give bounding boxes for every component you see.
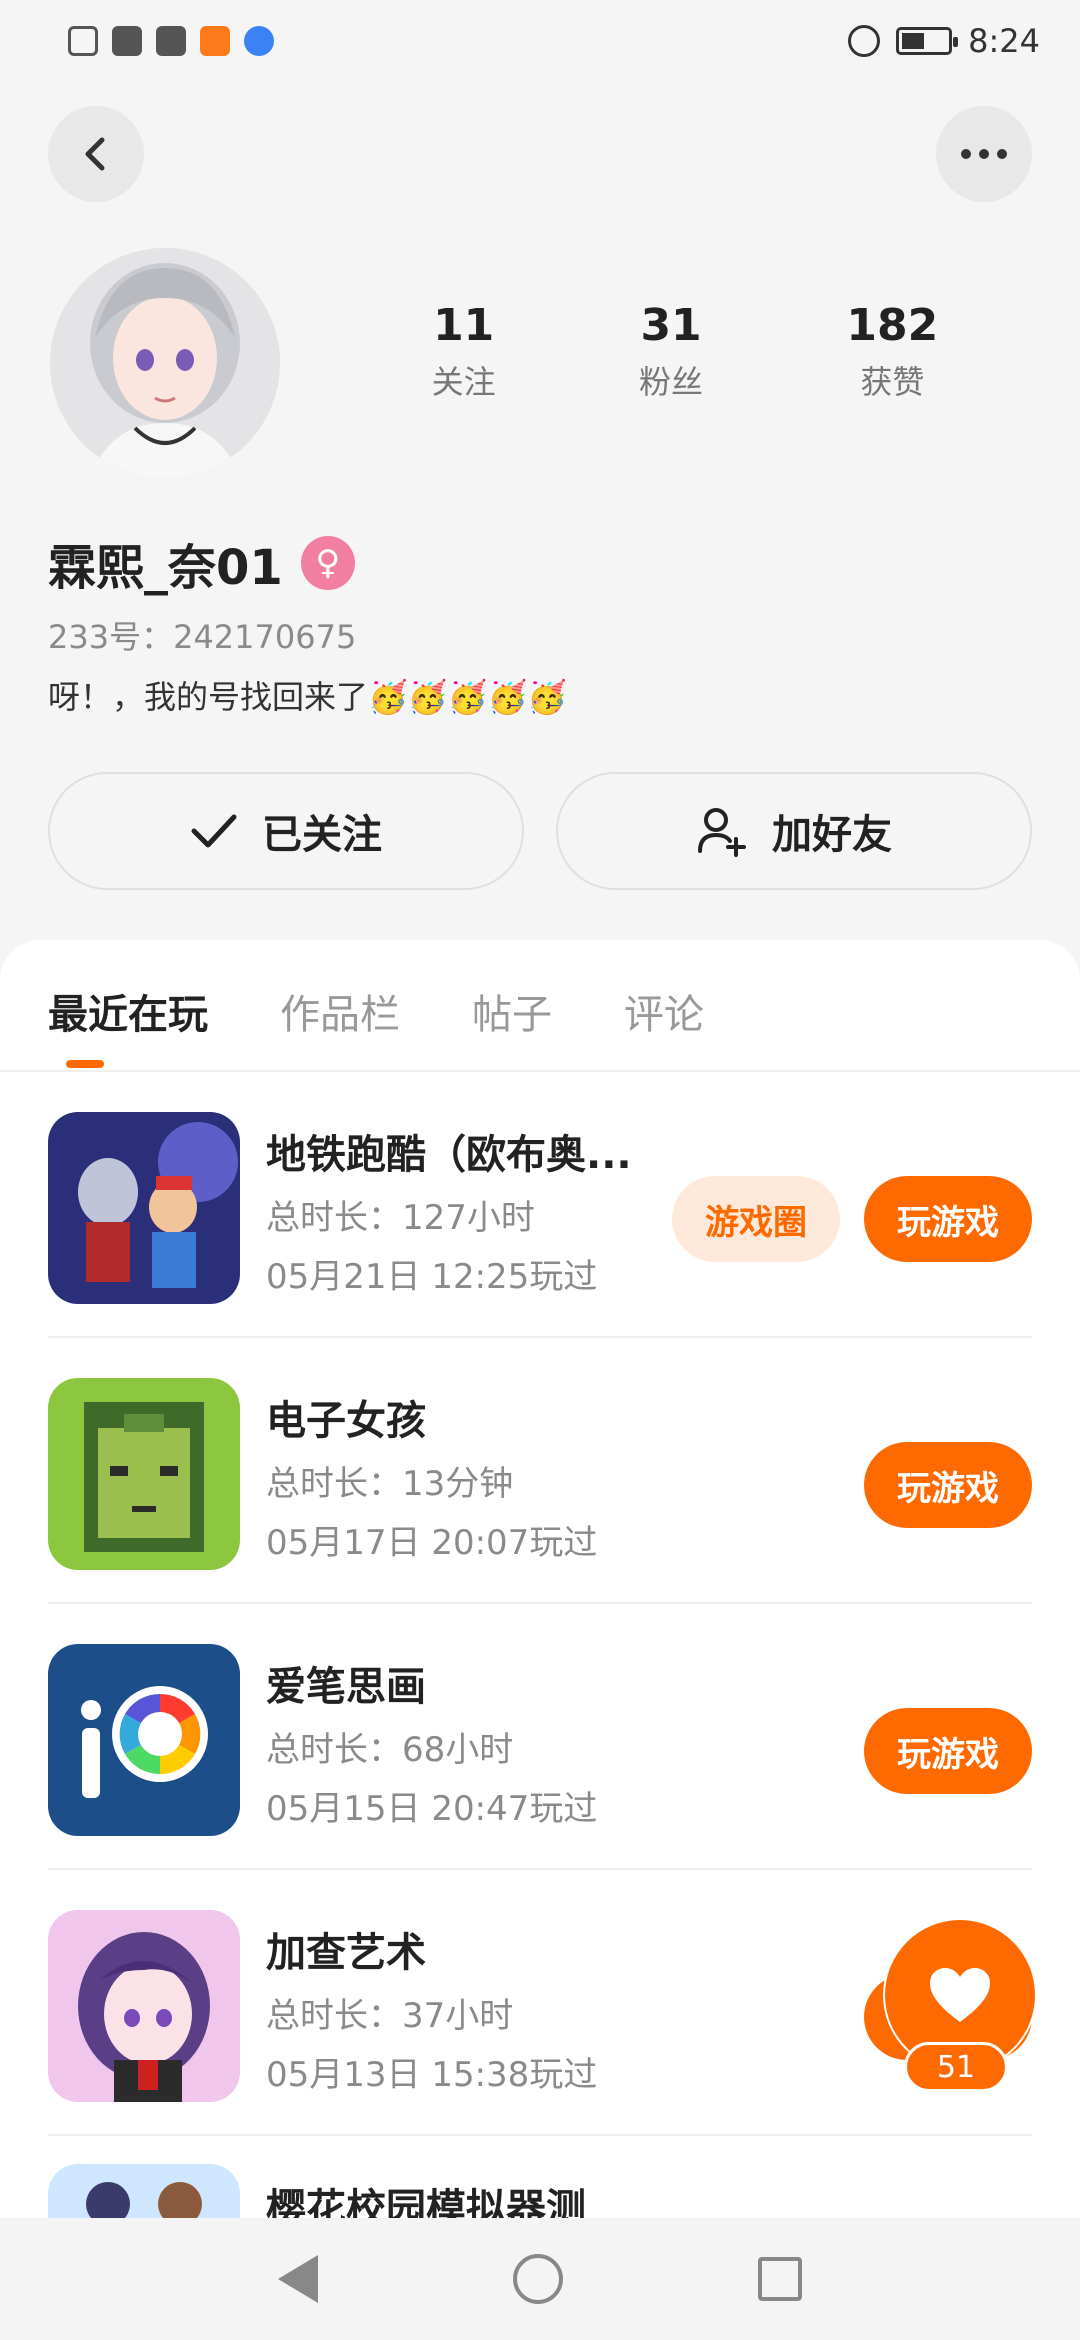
game-duration: 总时长：127小时: [266, 1198, 535, 1238]
stat-following-count: 11: [433, 300, 495, 351]
play-game-button[interactable]: 玩游戏: [864, 1176, 1032, 1262]
content-panel: 最近在玩 作品栏 帖子 评论 地铁跑酷（欧布奥... 总时长：127小时 05月…: [0, 940, 1080, 2340]
wifi-icon: [112, 26, 142, 56]
nav-home-icon[interactable]: [512, 2254, 563, 2304]
status-bar: 8:24: [0, 0, 1080, 90]
add-friend-button[interactable]: 加好友: [556, 772, 1032, 890]
tab-comments[interactable]: 评论: [624, 982, 704, 1040]
heart-icon: [930, 1968, 990, 2022]
game-info: 地铁跑酷（欧布奥... 总时长：127小时 05月21日 12:25玩过: [266, 1122, 666, 1298]
video-app-icon: [200, 26, 230, 56]
followed-button-label: 已关注: [262, 812, 382, 858]
game-icon-gacha-art: [48, 1910, 240, 2102]
nav-recent-apps-icon[interactable]: [758, 2257, 803, 2301]
game-circle-button[interactable]: 游戏圈: [672, 1176, 840, 1262]
game-row-subway-surfers[interactable]: 地铁跑酷（欧布奥... 总时长：127小时 05月21日 12:25玩过 游戏圈…: [48, 1072, 1080, 1338]
avatar-image: [50, 248, 280, 478]
battery-icon: [896, 27, 959, 55]
game-last-played: 05月21日 12:25玩过: [266, 1257, 598, 1297]
add-friend-label: 加好友: [772, 812, 892, 858]
status-right-icons: 8:24: [848, 22, 1040, 60]
back-button[interactable]: [48, 106, 144, 202]
game-last-played: 05月13日 15:38玩过: [266, 2055, 598, 2095]
tab-works[interactable]: 作品栏: [280, 982, 400, 1040]
game-title: 电子女孩: [266, 1398, 426, 1444]
profile-tabs: 最近在玩 作品栏 帖子 评论: [48, 982, 704, 1040]
like-count-badge: 51: [904, 2042, 1008, 2092]
add-user-icon: [698, 808, 746, 857]
game-title: 地铁跑酷（欧布奥...: [266, 1132, 632, 1178]
stat-fans-label: 粉丝: [639, 363, 704, 401]
game-info: 电子女孩 总时长：13分钟 05月17日 20:07玩过: [266, 1388, 597, 1564]
play-game-button[interactable]: 玩游戏: [864, 1442, 1032, 1528]
stat-following-label: 关注: [431, 363, 496, 401]
status-left-icons: [68, 26, 274, 56]
user-name-row: 霖熙_奈01 ♀: [48, 528, 355, 598]
active-tab-indicator: [66, 1060, 104, 1068]
game-icon-subway-surfers: [48, 1112, 240, 1304]
game-icon-ibispaint: [48, 1644, 240, 1836]
game-duration: 总时长：37小时: [266, 1996, 514, 2036]
more-button[interactable]: [936, 106, 1032, 202]
game-title: 爱笔思画: [266, 1664, 426, 1710]
play-game-button[interactable]: 玩游戏: [864, 1708, 1032, 1794]
game-info: 加查艺术 总时长：37小时 05月13日 15:38玩过: [266, 1920, 597, 2096]
notification-icon: [68, 26, 98, 56]
stat-fans-count: 31: [640, 300, 702, 351]
nav-back-icon[interactable]: [277, 2255, 318, 2303]
user-id: 233号：242170675: [48, 618, 357, 656]
tab-recently-played[interactable]: 最近在玩: [48, 982, 208, 1040]
status-time: 8:24: [968, 22, 1040, 60]
female-gender-icon: ♀: [300, 536, 355, 590]
game-duration: 总时长：13分钟: [266, 1464, 514, 1504]
avatar[interactable]: [50, 248, 280, 478]
stat-likes-count: 182: [846, 300, 939, 351]
user-name: 霖熙_奈01: [48, 540, 283, 596]
game-icon-electronic-girl: [48, 1378, 240, 1570]
tab-posts[interactable]: 帖子: [472, 982, 552, 1040]
game-duration: 总时长：68小时: [266, 1730, 514, 1770]
profile-stats: 11 关注 31 粉丝 182 获赞: [360, 300, 1010, 403]
stat-likes[interactable]: 182 获赞: [846, 300, 938, 403]
game-row-ibispaint[interactable]: 爱笔思画 总时长：68小时 05月15日 20:47玩过 玩游戏: [48, 1604, 1080, 1870]
game-info: 爱笔思画 总时长：68小时 05月15日 20:47玩过: [266, 1654, 597, 1830]
game-icon-sakura-school: [48, 2164, 240, 2226]
game-row-electronic-girl[interactable]: 电子女孩 总时长：13分钟 05月17日 20:07玩过 玩游戏: [48, 1338, 1080, 1604]
checkmark-icon: [191, 814, 237, 848]
followed-button[interactable]: 已关注: [48, 772, 524, 890]
alarm-icon: [848, 25, 881, 57]
browser-icon: [244, 26, 274, 56]
user-bio: 呀！，我的号找回来了🥳🥳🥳🥳🥳: [48, 678, 568, 716]
game-row-sakura-school[interactable]: 樱花校园模拟器测: [48, 2136, 1080, 2226]
game-title: 加查艺术: [266, 1930, 426, 1976]
stat-likes-label: 获赞: [860, 363, 925, 401]
huawei-icon: [156, 26, 186, 56]
back-arrow-icon: [85, 137, 105, 171]
game-last-played: 05月17日 20:07玩过: [266, 1523, 598, 1563]
stat-following[interactable]: 11 关注: [432, 300, 496, 403]
more-icon: [961, 149, 1007, 159]
system-nav-bar: [0, 2218, 1080, 2340]
game-last-played: 05月15日 20:47玩过: [266, 1789, 598, 1829]
stat-fans[interactable]: 31 粉丝: [639, 300, 703, 403]
